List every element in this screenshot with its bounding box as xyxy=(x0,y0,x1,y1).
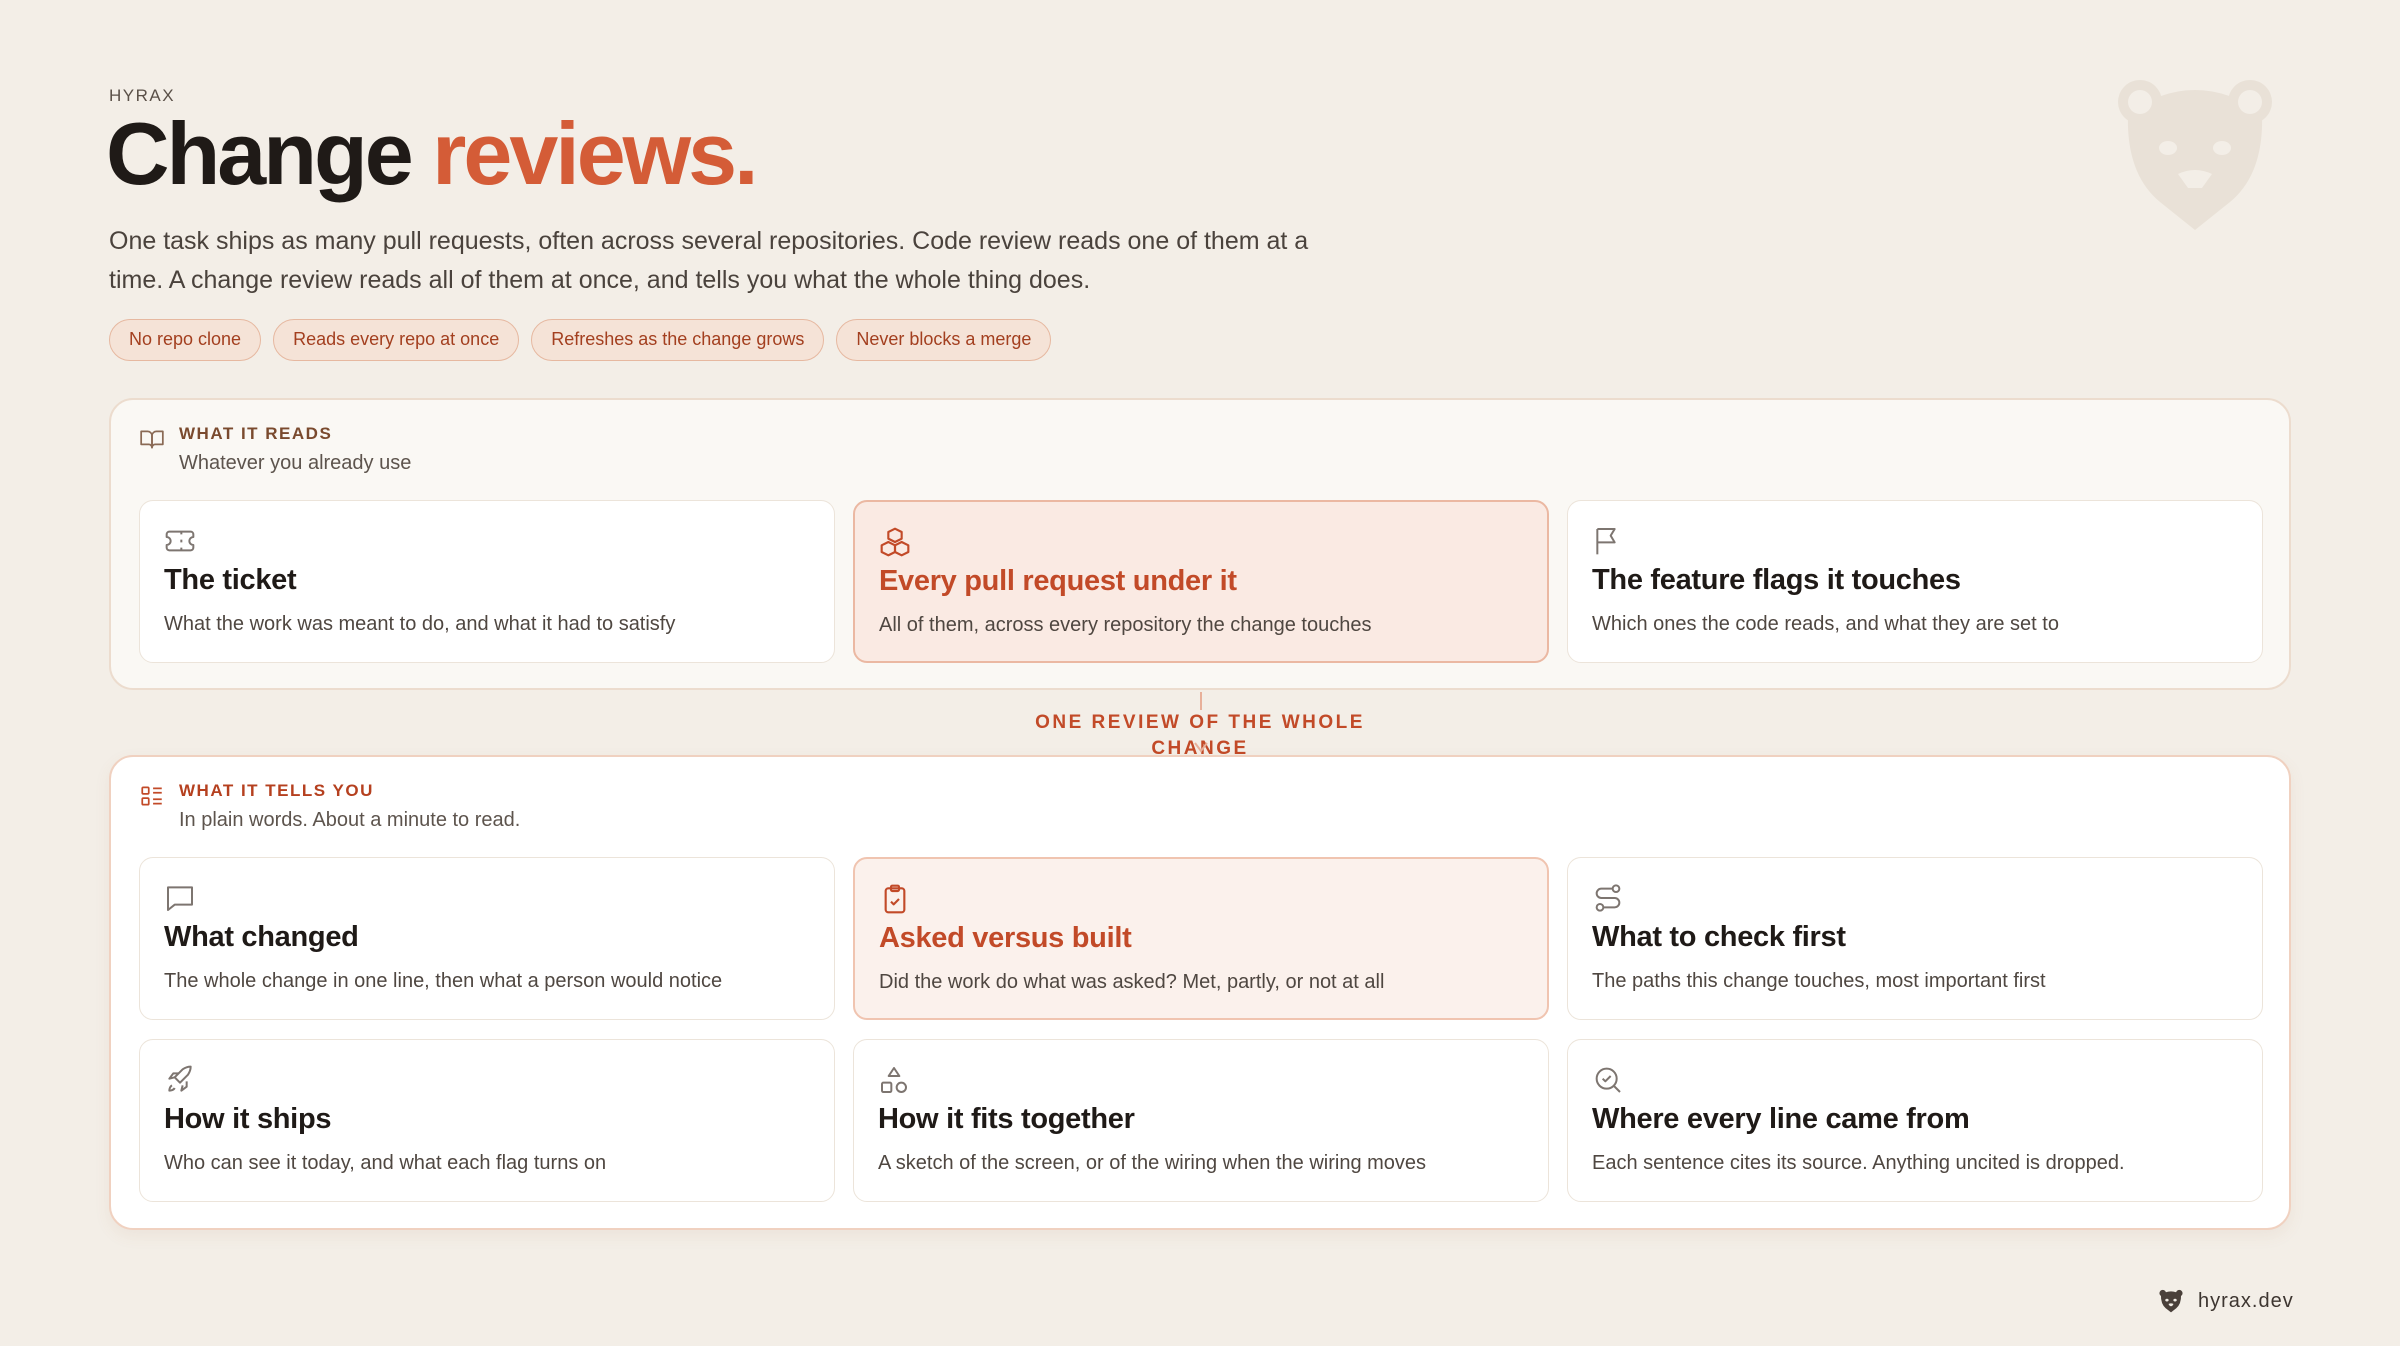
brand-eyebrow: HYRAX xyxy=(109,86,176,105)
page-lede: One task ships as many pull requests, of… xyxy=(109,227,1309,294)
card-what-changed: What changed The whole change in one lin… xyxy=(139,857,835,1020)
message-square-icon xyxy=(167,886,193,911)
card-title: Every pull request under it xyxy=(879,565,1237,597)
card-description: The paths this change touches, most impo… xyxy=(1592,970,2046,992)
search-check-icon xyxy=(1595,1067,1621,1093)
card-what-to-check-first: What to check first The paths this chang… xyxy=(1567,857,2263,1020)
title-accent: reviews. xyxy=(432,104,758,203)
footer: hyrax.dev xyxy=(2158,1289,2294,1313)
card-feature-flags: The feature flags it touches Which ones … xyxy=(1567,500,2263,663)
rocket-icon xyxy=(168,1065,192,1092)
ticket-icon xyxy=(165,530,195,552)
route-icon xyxy=(1595,884,1621,912)
card-description: The whole change in one line, then what … xyxy=(164,970,723,992)
card-description: Which ones the code reads, and what they… xyxy=(1592,613,2059,635)
card-the-ticket: The ticket What the work was meant to do… xyxy=(139,500,835,663)
clipboard-check-icon xyxy=(884,884,906,914)
card-how-it-ships: How it ships Who can see it today, and w… xyxy=(139,1039,835,1202)
card-title: How it fits together xyxy=(878,1103,1135,1135)
tells-section-header: WHAT IT TELLS YOU In plain words. About … xyxy=(139,781,520,832)
card-how-it-fits-together: How it fits together A sketch of the scr… xyxy=(853,1039,1549,1202)
hyrax-mascot-icon xyxy=(2118,80,2272,230)
tells-section: WHAT IT TELLS YOU In plain words. About … xyxy=(109,755,2291,1230)
card-title: How it ships xyxy=(164,1103,332,1135)
card-title: The feature flags it touches xyxy=(1592,564,1961,596)
card-title: The ticket xyxy=(164,564,297,596)
list-icon xyxy=(141,786,162,806)
card-title: What changed xyxy=(164,921,359,953)
arrow-down-icon xyxy=(1194,742,1208,753)
footer-site-link[interactable]: hyrax.dev xyxy=(2198,1290,2294,1313)
hyrax-logo-icon xyxy=(2159,1289,2183,1313)
card-title: Asked versus built xyxy=(879,922,1132,954)
reads-section: WHAT IT READS Whatever you already use T… xyxy=(109,398,2291,690)
card-every-pull-request: Every pull request under it All of them,… xyxy=(853,500,1549,663)
card-description: Who can see it today, and what each flag… xyxy=(164,1152,607,1174)
reads-section-subtitle: Whatever you already use xyxy=(179,452,412,474)
pill-refreshes: Refreshes as the change grows xyxy=(531,319,825,361)
shapes-icon xyxy=(881,1067,907,1093)
reads-section-header: WHAT IT READS Whatever you already use xyxy=(139,424,411,475)
card-title: Where every line came from xyxy=(1592,1103,1970,1135)
book-open-icon xyxy=(140,430,164,449)
boxes-icon xyxy=(880,527,910,557)
pill-no-repo-clone: No repo clone xyxy=(109,319,262,361)
pill-never-blocks: Never blocks a merge xyxy=(836,319,1052,361)
pill-reads-every-repo: Reads every repo at once xyxy=(273,319,520,361)
tells-section-subtitle: In plain words. About a minute to read. xyxy=(179,809,521,831)
flag-icon xyxy=(1596,528,1616,555)
card-description: All of them, across every repository the… xyxy=(879,614,1372,636)
card-description: Each sentence cites its source. Anything… xyxy=(1592,1152,2125,1174)
feature-pills: No repo clone Reads every repo at once R… xyxy=(109,319,1052,361)
card-title: What to check first xyxy=(1592,921,1846,953)
reads-section-label: WHAT IT READS xyxy=(179,424,333,443)
card-description: Did the work do what was asked? Met, par… xyxy=(879,971,1385,993)
title-main: Change xyxy=(106,104,414,203)
tells-section-label: WHAT IT TELLS YOU xyxy=(179,781,374,800)
card-asked-versus-built: Asked versus built Did the work do what … xyxy=(853,857,1549,1020)
card-where-every-line-came-from: Where every line came from Each sentence… xyxy=(1567,1039,2263,1202)
card-description: What the work was meant to do, and what … xyxy=(164,613,676,635)
page-title: Change reviews. xyxy=(106,104,759,203)
card-description: A sketch of the screen, or of the wiring… xyxy=(878,1152,1427,1174)
